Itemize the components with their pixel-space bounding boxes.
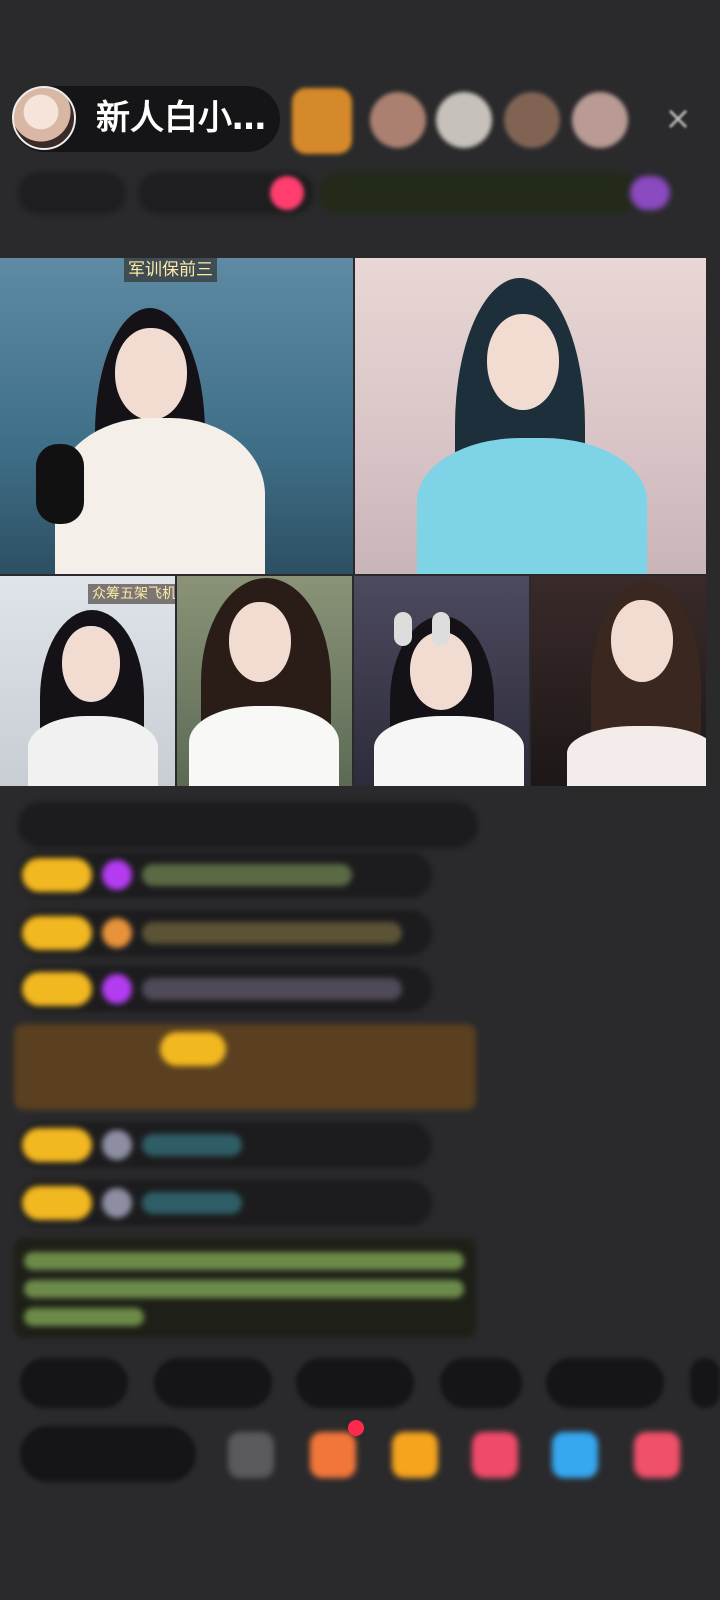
chat-message <box>18 802 478 848</box>
fan-club-icon[interactable] <box>472 1432 518 1478</box>
bunny-ears-icon <box>432 612 450 646</box>
level-badge <box>22 1128 92 1162</box>
quick-action-chip[interactable] <box>154 1358 272 1408</box>
gift-icon[interactable] <box>630 176 670 210</box>
tile-label: 军训保前三 <box>124 258 217 282</box>
fan-badge-icon <box>102 918 132 948</box>
quick-action-chip[interactable] <box>690 1358 720 1408</box>
video-tile-3[interactable]: 众筹五架飞机过日仑 <box>0 576 175 786</box>
viewer-avatar[interactable] <box>370 92 426 148</box>
host-name[interactable]: 新人白小… <box>96 96 266 140</box>
quick-action-chip[interactable] <box>546 1358 664 1408</box>
highlighted-chat-message[interactable] <box>14 1024 476 1110</box>
chat-username <box>142 922 402 944</box>
viewer-avatar[interactable] <box>504 92 560 148</box>
chat-message[interactable] <box>18 910 432 956</box>
diamond-icon <box>102 860 132 890</box>
close-icon[interactable]: × <box>660 100 696 136</box>
host-avatar[interactable] <box>12 86 76 150</box>
level-badge <box>160 1032 226 1066</box>
quick-action-chip[interactable] <box>440 1358 522 1408</box>
more-icon[interactable] <box>634 1432 680 1478</box>
info-row <box>18 172 698 214</box>
quick-action-chip[interactable] <box>20 1358 128 1408</box>
rank-icon <box>270 176 304 210</box>
gift-box-icon[interactable] <box>392 1432 438 1478</box>
game-icon[interactable] <box>552 1432 598 1478</box>
chat-username <box>142 978 402 1000</box>
bunny-ears-icon <box>394 612 412 646</box>
info-chip[interactable] <box>18 172 126 214</box>
microphone-icon <box>36 444 84 524</box>
level-badge <box>22 972 92 1006</box>
shop-icon[interactable] <box>310 1432 356 1478</box>
level-badge <box>22 1186 92 1220</box>
quick-action-chip[interactable] <box>296 1358 414 1408</box>
viewer-avatar[interactable] <box>572 92 628 148</box>
level-badge <box>22 916 92 950</box>
diamond-icon <box>102 974 132 1004</box>
user-avatar <box>102 1130 132 1160</box>
tile-label: 众筹五架飞机过日仑 <box>88 584 175 604</box>
video-tile-6[interactable] <box>531 576 706 786</box>
chat-username <box>142 1192 242 1214</box>
system-notice <box>14 1238 476 1338</box>
comment-input[interactable] <box>20 1426 196 1482</box>
chat-message[interactable] <box>18 1122 432 1168</box>
video-tile-4[interactable] <box>177 576 352 786</box>
emoji-icon[interactable] <box>228 1432 274 1478</box>
chat-message[interactable] <box>18 852 432 898</box>
chat-message[interactable] <box>18 1180 432 1226</box>
level-badge <box>22 858 92 892</box>
user-avatar <box>102 1188 132 1218</box>
video-tile-2[interactable] <box>355 258 706 574</box>
top-viewer-avatar[interactable] <box>292 88 352 154</box>
video-tile-5[interactable] <box>354 576 529 786</box>
viewer-avatar[interactable] <box>436 92 492 148</box>
video-tile-1[interactable]: 军训保前三 <box>0 258 353 574</box>
chat-username <box>142 864 352 886</box>
chat-username <box>142 1134 242 1156</box>
notification-dot <box>348 1420 364 1436</box>
tag-chip[interactable] <box>318 172 638 214</box>
chat-message[interactable] <box>18 966 432 1012</box>
